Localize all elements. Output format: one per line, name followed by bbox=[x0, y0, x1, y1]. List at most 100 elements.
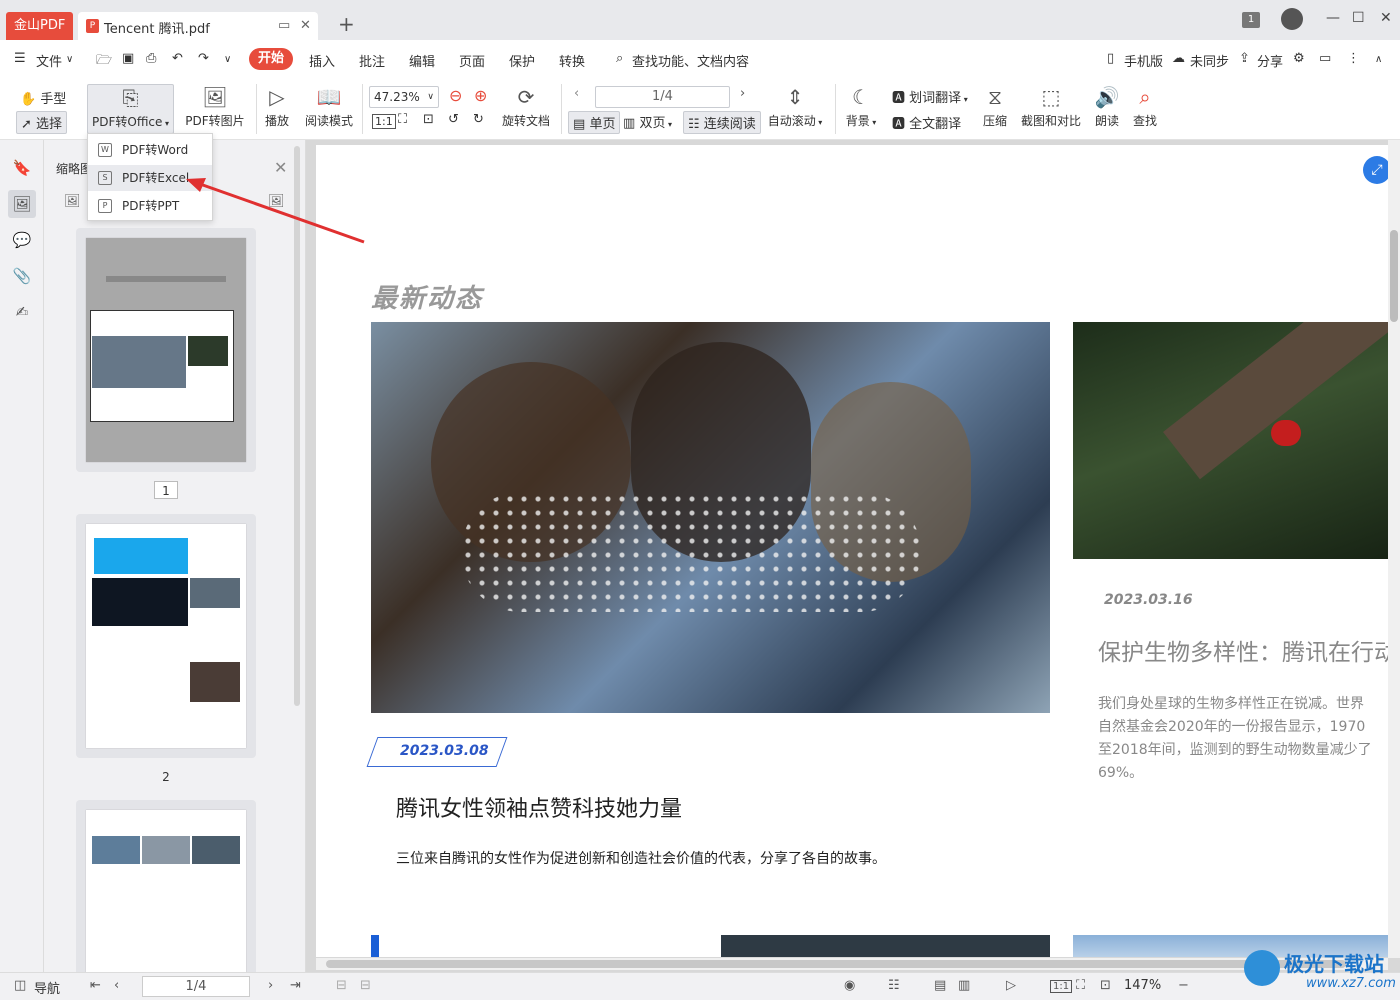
watermark-url: www.xz7.com bbox=[1306, 976, 1396, 991]
navigation-button[interactable]: 导航 bbox=[34, 978, 60, 997]
horizontal-scrollbar[interactable] bbox=[316, 958, 1388, 970]
window-count-badge[interactable]: 1 bbox=[1242, 12, 1260, 28]
screenshot-compare-button[interactable]: ⬚ 截图和对比 bbox=[1019, 84, 1083, 129]
sync-status-button[interactable]: 未同步 bbox=[1190, 51, 1229, 70]
cloud-icon: ☁ bbox=[1172, 51, 1185, 66]
rotate-document-label: 旋转文档 bbox=[501, 114, 550, 128]
minimize-icon[interactable]: — bbox=[1326, 10, 1340, 26]
rotate-right-icon[interactable]: ↻ bbox=[473, 112, 484, 127]
thumb-decor bbox=[92, 836, 140, 864]
double-page-mode-icon[interactable]: ▥ bbox=[958, 978, 970, 993]
single-page-label: 单页 bbox=[589, 117, 616, 132]
thumb-decor bbox=[190, 662, 240, 702]
thumbnail-page-3[interactable] bbox=[86, 810, 246, 980]
navigation-icon[interactable]: ◫ bbox=[14, 978, 26, 993]
close-window-icon[interactable]: ✕ bbox=[1380, 10, 1392, 26]
read-aloud-button[interactable]: 🔊 朗读 bbox=[1092, 84, 1122, 129]
back-icon[interactable]: ⊟ bbox=[336, 978, 347, 993]
word-translate-button[interactable]: 🅰 划词翻译 ▾ bbox=[892, 87, 968, 106]
fit-width-icon[interactable]: ⊡ bbox=[423, 112, 434, 127]
share-button[interactable]: 分享 bbox=[1257, 51, 1283, 70]
comment-icon[interactable]: ▭ bbox=[1319, 51, 1331, 66]
thumb-decor bbox=[188, 336, 228, 366]
thumb-decor bbox=[106, 276, 226, 282]
settings-icon[interactable]: ⚙ bbox=[1293, 51, 1305, 66]
play-icon[interactable]: ▷ bbox=[1006, 978, 1016, 993]
scrollbar-thumb[interactable] bbox=[1390, 230, 1398, 322]
auto-scroll-button[interactable]: ⇕ 自动滚动 ▾ bbox=[766, 84, 824, 129]
toolbar-separator bbox=[835, 84, 836, 134]
next-page-icon[interactable]: › bbox=[740, 86, 745, 101]
double-page-button[interactable]: ▥ 双页 ▾ bbox=[623, 112, 672, 131]
thumbnail-page-2[interactable] bbox=[86, 524, 246, 748]
collapse-ribbon-icon[interactable]: ∧ bbox=[1375, 54, 1382, 65]
thumbnail-card[interactable] bbox=[76, 514, 256, 758]
image-branch bbox=[1163, 322, 1390, 480]
search-icon[interactable]: ⌕ bbox=[616, 51, 623, 66]
article-body: 三位来自腾讯的女性作为促进创新和创造社会价值的代表，分享了各自的故事。 bbox=[396, 851, 886, 867]
more-icon[interactable]: ⋮ bbox=[1347, 51, 1360, 66]
watermark-title: 极光下载站 bbox=[1284, 952, 1384, 976]
screenshot-compare-label: 截图和对比 bbox=[1020, 114, 1081, 128]
thumbnail-card[interactable] bbox=[76, 228, 256, 472]
article-image-bottom bbox=[721, 935, 1050, 957]
article-image-women bbox=[371, 322, 1050, 713]
article-date: 2023.03.16 bbox=[1104, 592, 1193, 608]
avatar[interactable] bbox=[1281, 8, 1303, 30]
menu-edit[interactable]: 编辑 bbox=[409, 51, 435, 70]
forward-icon[interactable]: ⊟ bbox=[360, 978, 371, 993]
compress-icon: ⧖ bbox=[987, 85, 1003, 109]
fit-width-icon[interactable]: ⊡ bbox=[1100, 978, 1111, 993]
prev-page-icon[interactable]: ‹ bbox=[114, 978, 119, 993]
zoom-level[interactable]: 147% bbox=[1124, 978, 1161, 993]
actual-size-icon[interactable]: 1:1 bbox=[1050, 980, 1073, 993]
menu-convert[interactable]: 转换 bbox=[559, 51, 585, 70]
first-page-icon[interactable]: ⇤ bbox=[90, 978, 101, 993]
full-translate-label: 全文翻译 bbox=[909, 117, 962, 132]
floating-tool-icon[interactable]: ⤢ bbox=[1363, 156, 1390, 184]
signature-icon[interactable]: ✍ bbox=[8, 298, 36, 326]
rotate-document-button[interactable]: ⟳ 旋转文档 bbox=[500, 84, 552, 129]
thumbnail-page-1[interactable] bbox=[86, 238, 246, 462]
translate-icon: 🅰 bbox=[892, 91, 906, 106]
fit-page-icon[interactable]: ⛶ bbox=[1076, 978, 1085, 993]
find-button[interactable]: ⌕ 查找 bbox=[1130, 84, 1160, 129]
status-page-input[interactable]: 1/4 bbox=[142, 976, 250, 997]
compress-label: 压缩 bbox=[982, 114, 1007, 128]
zoom-in-icon[interactable]: ⊕ bbox=[474, 86, 487, 105]
page-number-input[interactable]: 1/4 bbox=[595, 86, 730, 108]
zoom-out-icon[interactable]: ⊖ bbox=[449, 86, 462, 105]
background-button[interactable]: ☾ 背景 ▾ bbox=[843, 84, 879, 129]
left-rail: 🔖 🖼 💬 📎 ✍ bbox=[0, 140, 44, 972]
toolbar-separator bbox=[561, 84, 562, 134]
site-watermark: 极光下载站 www.xz7.com bbox=[1240, 944, 1400, 1000]
continuous-read-button[interactable]: ☷ 连续阅读 bbox=[683, 111, 761, 134]
next-page-icon[interactable]: › bbox=[268, 978, 273, 993]
zoom-out-icon[interactable]: − bbox=[1178, 978, 1189, 993]
compress-button[interactable]: ⧖ 压缩 bbox=[980, 84, 1010, 129]
last-page-icon[interactable]: ⇥ bbox=[290, 978, 301, 993]
single-page-button[interactable]: ▤ 单页 bbox=[568, 111, 621, 134]
eye-icon[interactable]: ◉ bbox=[844, 978, 855, 993]
single-page-icon: ▤ bbox=[573, 117, 586, 132]
menu-protect[interactable]: 保护 bbox=[509, 51, 535, 70]
scrollbar-thumb[interactable] bbox=[326, 960, 1346, 968]
attachment-icon[interactable]: 📎 bbox=[8, 262, 36, 290]
vertical-scrollbar[interactable] bbox=[1388, 140, 1400, 958]
feature-search[interactable]: 查找功能、文档内容 bbox=[632, 51, 749, 70]
mobile-version-button[interactable]: 手机版 bbox=[1124, 51, 1163, 70]
menu-page[interactable]: 页面 bbox=[459, 51, 485, 70]
continuous-mode-icon[interactable]: ☷ bbox=[888, 978, 900, 993]
article-image-ladybug bbox=[1073, 322, 1390, 559]
mobile-icon: ▯ bbox=[1107, 51, 1115, 66]
maximize-icon[interactable]: ☐ bbox=[1352, 10, 1365, 26]
single-page-mode-icon[interactable]: ▤ bbox=[934, 978, 946, 993]
thumbnail-card[interactable] bbox=[76, 800, 256, 980]
full-translate-button[interactable]: 🅰 全文翻译 bbox=[892, 113, 961, 132]
prev-page-icon[interactable]: ‹ bbox=[574, 86, 579, 101]
thumb-decor bbox=[190, 578, 240, 608]
article-date: 2023.03.08 bbox=[400, 743, 489, 759]
document-viewport[interactable]: ⤢ 最新动态 2023.03.08 腾讯女性领袖点赞科技她力量 三位来自腾讯的女… bbox=[306, 140, 1400, 972]
article-headline: 腾讯女性领袖点赞科技她力量 bbox=[396, 797, 683, 822]
rotate-left-icon[interactable]: ↺ bbox=[448, 112, 459, 127]
